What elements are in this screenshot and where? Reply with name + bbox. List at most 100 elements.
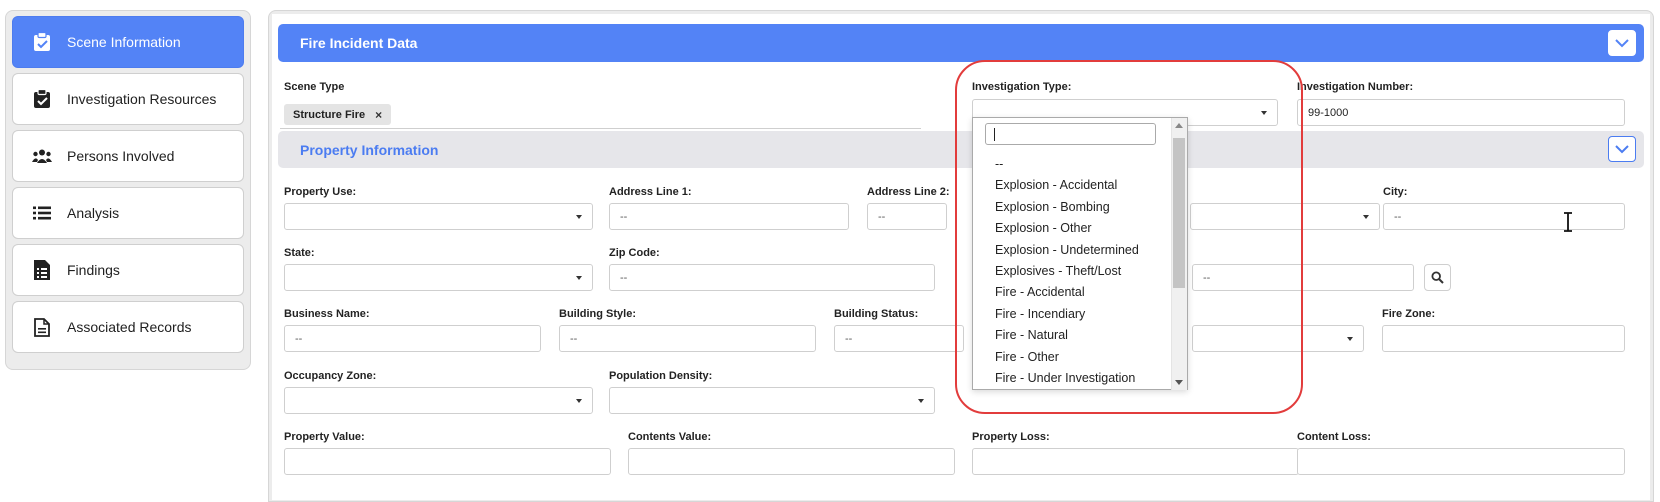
zip-code-placeholder: -- [620, 271, 628, 284]
dropdown-option[interactable]: -- [973, 154, 1173, 175]
caret-down-icon [576, 399, 582, 403]
property-use-label: Property Use: [284, 186, 357, 198]
content-loss-input[interactable] [1297, 448, 1625, 475]
caret-down-icon [918, 399, 924, 403]
clipboard-check-icon [31, 88, 53, 110]
dropdown-options-list: -- Explosion - Accidental Explosion - Bo… [973, 154, 1173, 389]
zip-code-label: Zip Code: [609, 247, 660, 259]
city-region-select[interactable] [1190, 203, 1380, 230]
occupancy-zone-label: Occupancy Zone: [284, 370, 377, 382]
business-name-placeholder: -- [295, 332, 303, 345]
property-loss-label: Property Loss: [972, 431, 1050, 443]
address-line2-placeholder: -- [878, 210, 886, 223]
address-search-button[interactable] [1424, 264, 1451, 291]
business-name-input[interactable]: -- [284, 325, 541, 352]
address-line1-placeholder: -- [620, 210, 628, 223]
clipboard-check-icon [31, 31, 53, 53]
scroll-down-arrow-icon[interactable] [1175, 380, 1183, 385]
scrollbar-thumb[interactable] [1173, 138, 1185, 288]
city-label: City: [1383, 186, 1408, 198]
scene-type-label: Scene Type [284, 81, 345, 93]
file-list-icon [31, 259, 53, 281]
dropdown-option[interactable]: Fire - Under Investigation [973, 368, 1173, 389]
caret-down-icon [576, 215, 582, 219]
caret-down-icon [1261, 111, 1267, 115]
dropdown-option[interactable]: Fire - Other [973, 347, 1173, 368]
main-content: Fire Incident Data Scene Type Structure … [268, 10, 1654, 502]
investigation-number-input[interactable]: 99-1000 [1297, 99, 1625, 126]
city-input[interactable]: -- [1383, 203, 1625, 230]
chevron-down-icon [1615, 38, 1629, 47]
caret-down-icon [1347, 337, 1353, 341]
sidebar-item-associated-records[interactable]: Associated Records [12, 301, 244, 353]
dropdown-option[interactable]: Explosion - Undetermined [973, 240, 1173, 261]
sidebar-item-label: Findings [67, 262, 120, 278]
population-density-select[interactable] [609, 387, 935, 414]
scene-type-underline [280, 128, 921, 129]
address-lookup-input[interactable]: -- [1192, 264, 1414, 291]
property-value-label: Property Value: [284, 431, 365, 443]
list-icon [31, 202, 53, 224]
dropdown-option[interactable]: Fire - Incendiary [973, 304, 1173, 325]
investigation-type-label: Investigation Type: [972, 81, 1072, 93]
building-style-input[interactable]: -- [559, 325, 816, 352]
dropdown-option[interactable]: Fire - Natural [973, 325, 1173, 346]
content-loss-label: Content Loss: [1297, 431, 1371, 443]
building-status-input[interactable]: -- [834, 325, 964, 352]
zip-code-input[interactable]: -- [609, 264, 935, 291]
dropdown-search-input[interactable] [985, 123, 1156, 145]
city-placeholder: -- [1394, 210, 1402, 223]
caret-down-icon [1363, 215, 1369, 219]
dropdown-option[interactable]: Explosives - Theft/Lost [973, 261, 1173, 282]
property-value-input[interactable] [284, 448, 611, 475]
address-lookup-placeholder: -- [1203, 271, 1211, 284]
fire-zone-input[interactable] [1382, 325, 1625, 352]
caret-down-icon [576, 276, 582, 280]
scene-type-value: Structure Fire [293, 108, 366, 121]
state-select[interactable] [284, 264, 593, 291]
fire-incident-header[interactable]: Fire Incident Data [278, 24, 1644, 62]
address-line1-input[interactable]: -- [609, 203, 849, 230]
occupancy-zone-select[interactable] [284, 387, 593, 414]
sidebar-item-analysis[interactable]: Analysis [12, 187, 244, 239]
investigation-type-dropdown[interactable]: -- Explosion - Accidental Explosion - Bo… [972, 117, 1188, 390]
dropdown-scrollbar[interactable] [1171, 118, 1187, 390]
property-use-select[interactable] [284, 203, 593, 230]
contents-value-label: Contents Value: [628, 431, 712, 443]
sidebar-item-label: Scene Information [67, 34, 181, 50]
property-info-collapse-button[interactable] [1608, 136, 1636, 162]
fire-incident-title: Fire Incident Data [300, 35, 418, 51]
scene-type-chip: Structure Fire × [284, 104, 392, 125]
investigation-number-label: Investigation Number: [1297, 81, 1414, 93]
address-line2-input[interactable]: -- [867, 203, 947, 230]
sidebar-item-findings[interactable]: Findings [12, 244, 244, 296]
sidebar-item-persons-involved[interactable]: Persons Involved [12, 130, 244, 182]
property-info-header[interactable]: Property Information [278, 131, 1644, 168]
sidebar-item-scene-information[interactable]: Scene Information [12, 16, 244, 68]
property-info-title: Property Information [300, 141, 439, 158]
building-style-label: Building Style: [559, 308, 636, 320]
file-icon [31, 316, 53, 338]
fire-incident-collapse-button[interactable] [1608, 30, 1636, 56]
ibeam-cursor-icon [1564, 212, 1572, 232]
sidebar-item-label: Investigation Resources [67, 91, 217, 107]
remove-chip-button[interactable]: × [375, 108, 382, 122]
building-status-placeholder: -- [845, 332, 853, 345]
sidebar-item-label: Associated Records [67, 319, 192, 335]
dropdown-option[interactable]: Explosion - Accidental [973, 175, 1173, 196]
address-line1-label: Address Line 1: [609, 186, 692, 198]
property-loss-input[interactable] [972, 448, 1299, 475]
building-type-select[interactable] [1192, 325, 1364, 352]
contents-value-input[interactable] [628, 448, 955, 475]
population-density-label: Population Density: [609, 370, 713, 382]
sidebar-item-label: Persons Involved [67, 148, 175, 164]
building-style-placeholder: -- [570, 332, 578, 345]
dropdown-option[interactable]: Explosion - Bombing [973, 197, 1173, 218]
dropdown-option[interactable]: Explosion - Other [973, 218, 1173, 239]
search-icon [1431, 271, 1444, 284]
dropdown-option[interactable]: Fire - Accidental [973, 282, 1173, 303]
users-icon [31, 145, 53, 167]
sidebar-item-label: Analysis [67, 205, 120, 221]
scroll-up-arrow-icon[interactable] [1175, 123, 1183, 128]
sidebar-item-investigation-resources[interactable]: Investigation Resources [12, 73, 244, 125]
